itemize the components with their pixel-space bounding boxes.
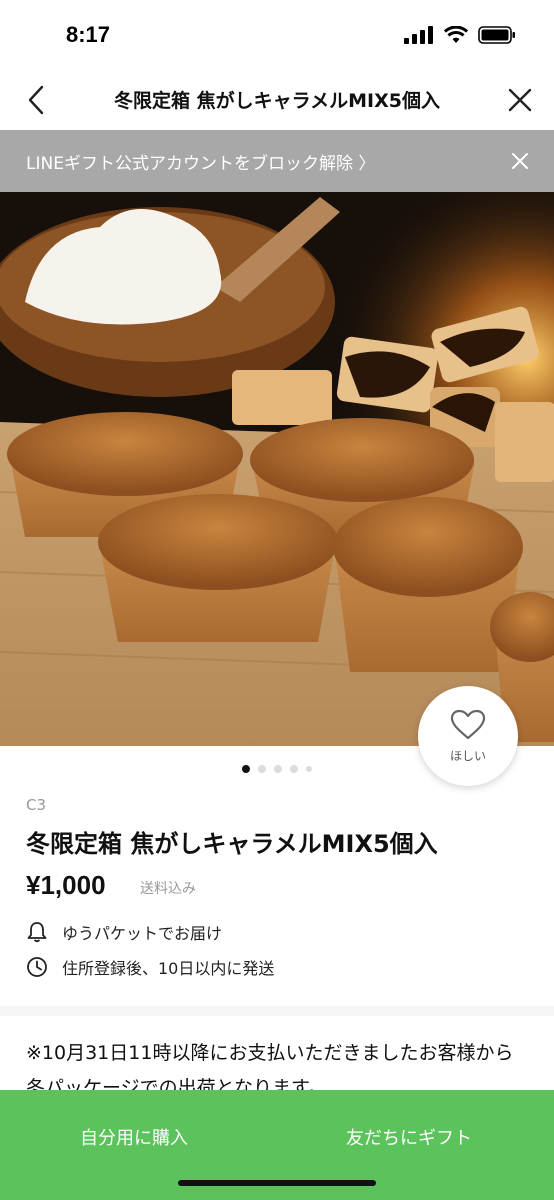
product-image[interactable] [0, 192, 554, 746]
cupcake [98, 494, 338, 642]
carousel-indicator [0, 765, 554, 773]
status-time: 8:17 [66, 22, 111, 47]
close-icon [508, 88, 532, 112]
wishlist-label: ほしい [449, 748, 486, 763]
chevron-left-icon [28, 85, 44, 115]
close-icon [512, 153, 528, 169]
home-indicator[interactable] [178, 1180, 376, 1186]
section-divider [0, 1006, 554, 1016]
delivery-method-text: ゆうパケットでお届け [62, 924, 223, 943]
heart-icon [450, 709, 486, 739]
shipping-time-text: 住所登録後、10日以内に発送 [62, 959, 275, 978]
gift-to-friend-button[interactable]: 友だちにギフト [346, 1124, 472, 1150]
carousel-dot[interactable] [274, 765, 282, 773]
carousel-dot[interactable] [306, 766, 312, 772]
battery-icon [478, 26, 515, 44]
price-note: 送料込み [140, 881, 196, 897]
product-title: 冬限定箱 焦がしキャラメルMIX5個入 [26, 830, 438, 858]
carousel-dot[interactable] [258, 765, 266, 773]
close-button[interactable] [502, 82, 538, 118]
signal-icon [404, 26, 433, 44]
unblock-banner-text[interactable]: LINEギフト公式アカウントをブロック解除 〉 [26, 149, 375, 174]
nav-bar: 冬限定箱 焦がしキャラメルMIX5個入 [0, 70, 554, 130]
status-icons [404, 26, 516, 44]
back-button[interactable] [18, 82, 54, 118]
product-price: ¥1,000 [26, 870, 106, 900]
product-photo [0, 192, 554, 746]
page-title: 冬限定箱 焦がしキャラメルMIX5個入 [114, 90, 440, 112]
brand-name[interactable]: C3 [26, 796, 46, 814]
shipping-time-row: 住所登録後、10日以内に発送 [26, 955, 274, 979]
carousel-dot[interactable] [242, 765, 250, 773]
status-bar: 8:17 [0, 0, 554, 70]
wifi-icon [444, 26, 468, 43]
buy-for-self-button[interactable]: 自分用に購入 [80, 1124, 188, 1150]
carousel-dot[interactable] [290, 765, 298, 773]
unblock-banner[interactable]: LINEギフト公式アカウントをブロック解除 〉 [0, 130, 554, 192]
clock-icon [26, 956, 48, 978]
bell-icon [26, 921, 48, 943]
cupcake [333, 497, 523, 672]
banner-close-button[interactable] [502, 143, 538, 179]
delivery-method-row: ゆうパケットでお届け [26, 920, 222, 944]
